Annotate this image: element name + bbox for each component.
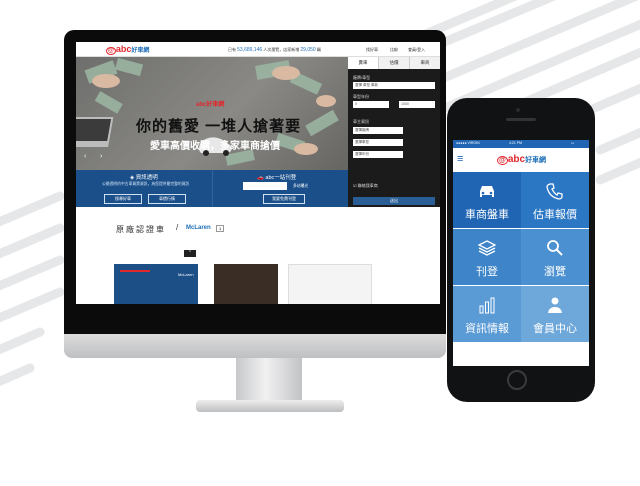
feature-post: 🚗 abc一站刊登 多站曝光 我要免費刊登: [212, 170, 349, 207]
header-link-compare[interactable]: 比較: [390, 47, 398, 53]
tab-estimate[interactable]: 估價: [379, 57, 410, 69]
feature-panel: ◈ 資訊透明 公開透明的中古車買賣資訊，為您提供最完整的資訊 搜尋好車 車價行情…: [76, 170, 348, 207]
tile-label: 瀏覽: [544, 266, 566, 278]
feature-left-desc: 公開透明的中古車買賣資訊，為您提供最完整的資訊: [102, 182, 190, 186]
tile-label: 刊登: [476, 266, 498, 278]
phone-icon: [546, 183, 563, 200]
price-trend-button[interactable]: 車價行情: [148, 194, 186, 204]
feature-left-title: ◈ 資訊透明: [130, 175, 158, 181]
site-logo[interactable]: @ abc好車網: [106, 44, 149, 55]
label-owner: 車主資訊: [353, 119, 369, 124]
partner-logos: [243, 182, 287, 190]
label-model: 廠牌/車型: [353, 75, 371, 80]
listing-card[interactable]: McLaren: [114, 264, 198, 304]
tab-sell[interactable]: 賣車: [348, 57, 379, 69]
model-select[interactable]: 選擇 車型 車款: [353, 82, 435, 89]
tile-member-center[interactable]: 會員中心: [521, 286, 589, 342]
feature-right-desc: 多站曝光: [293, 184, 309, 188]
carousel-prev-icon[interactable]: ‹: [84, 153, 86, 160]
search-icon: [547, 240, 563, 256]
monitor-stand: [236, 358, 302, 404]
tile-label: 車商盤車: [465, 209, 509, 221]
status-bar: ●●●●● VIRGIN 4:21 PM ▭: [453, 140, 589, 148]
section-brand[interactable]: McLaren: [186, 225, 211, 231]
monitor-chin: [64, 334, 446, 358]
hero-subtitle: 愛車高價收購，多家車商搶價: [150, 141, 280, 152]
header-link-login[interactable]: 會員/登入: [408, 47, 425, 53]
site-stats: 已有 53,689,146 人次瀏覽，店家新增 29,050 輛: [228, 47, 321, 53]
menu-icon[interactable]: ≡: [457, 153, 463, 165]
breadcrumb-divider: /: [176, 223, 179, 232]
mobile-app: ●●●●● VIRGIN 4:21 PM ▭ ≡ @ abc好車網 車商盤車 估車…: [453, 140, 589, 366]
hero-brand: abc好車網: [196, 102, 225, 108]
feature-right-title: 🚗 abc一站刊登: [257, 175, 297, 181]
app-header: ≡ @ abc好車網: [453, 148, 589, 170]
label-year: 車型年份: [353, 94, 369, 99]
section-title: 原廠認證車: [116, 225, 166, 234]
year-max-input[interactable]: 1000: [399, 101, 435, 108]
tile-price-quote[interactable]: 估車報價: [521, 172, 589, 228]
card-label: McLaren: [178, 272, 194, 277]
tile-label: 資訊情報: [465, 323, 509, 335]
listing-card[interactable]: [214, 264, 278, 304]
sell-car-form: 賣車 估價 車商 廠牌/車型 選擇 車型 車款 車型年份 0 1000 車主資訊…: [348, 57, 440, 207]
year-select[interactable]: 選擇年份: [353, 151, 403, 158]
tile-browse[interactable]: 瀏覽: [521, 229, 589, 285]
collapse-up-icon[interactable]: ⌃: [184, 250, 196, 257]
app-logo: @ abc好車網: [497, 154, 547, 165]
free-post-button[interactable]: 我要免費刊登: [263, 194, 305, 204]
status-time: 4:21 PM: [509, 141, 523, 145]
monitor-foot: [196, 400, 344, 412]
carousel-next-icon[interactable]: ›: [100, 153, 102, 160]
desktop-website: @ abc好車網 已有 53,689,146 人次瀏覽，店家新增 29,050 輛…: [76, 42, 440, 304]
brand-count-select[interactable]: 1: [216, 225, 225, 232]
battery-icon: ▭: [571, 141, 575, 145]
user-icon: [548, 297, 562, 313]
layers-icon: [477, 240, 497, 256]
tile-post[interactable]: 刊登: [453, 229, 521, 285]
contact-dealer-checkbox[interactable]: ☑ 聯絡我車商: [353, 183, 378, 189]
type-select[interactable]: 選擇車型: [353, 139, 403, 146]
year-min-input[interactable]: 0: [353, 101, 389, 108]
card-logo: [120, 270, 150, 272]
tile-news[interactable]: 資訊情報: [453, 286, 521, 342]
listing-card[interactable]: [288, 264, 372, 304]
header-link-find[interactable]: 找好車: [366, 47, 378, 53]
search-cars-button[interactable]: 搜尋好車: [104, 194, 142, 204]
hero-title: 你的舊愛 一堆人搶著要: [136, 118, 302, 135]
submit-button[interactable]: 送出: [353, 197, 435, 205]
tab-dealer[interactable]: 車商: [410, 57, 440, 69]
status-carrier: ●●●●● VIRGIN: [456, 141, 480, 145]
phone-home-button[interactable]: [507, 370, 527, 390]
car-icon: [480, 186, 494, 197]
phone-speaker: [506, 118, 536, 121]
bar-chart-icon: [479, 297, 495, 314]
site-header: @ abc好車網 已有 53,689,146 人次瀏覽，店家新增 29,050 輛…: [76, 42, 440, 57]
brand-select[interactable]: 選擇廠牌: [353, 127, 403, 134]
feature-transparency: ◈ 資訊透明 公開透明的中古車買賣資訊，為您提供最完整的資訊 搜尋好車 車價行情: [76, 170, 212, 207]
tile-label: 會員中心: [533, 323, 577, 335]
phone-camera: [516, 108, 520, 112]
tile-dealer-appraisal[interactable]: 車商盤車: [453, 172, 521, 228]
tile-label: 估車報價: [533, 209, 577, 221]
